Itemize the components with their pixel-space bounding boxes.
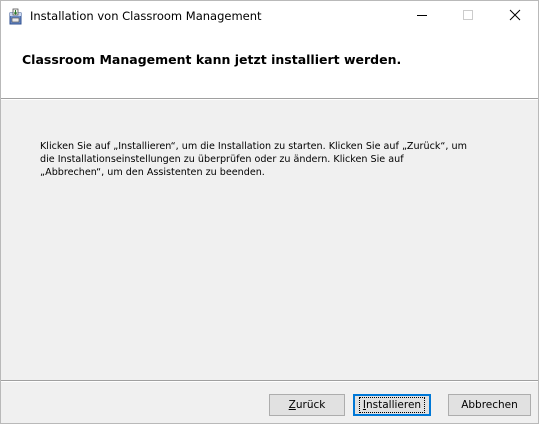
header-banner: Classroom Management kann jetzt installi… [1, 32, 538, 99]
maximize-icon [462, 9, 474, 24]
install-label: nstallieren [366, 399, 422, 411]
window-title: Installation von Classroom Management [30, 9, 262, 23]
footer-divider-highlight [1, 381, 538, 382]
maximize-button [445, 1, 491, 32]
cancel-button[interactable]: Abbrechen [448, 394, 531, 416]
minimize-button[interactable] [399, 1, 445, 32]
instruction-line: die Installationseinstellungen zu überpr… [40, 154, 404, 165]
instruction-line: „Abbrechen“, um den Assistenten zu beend… [40, 167, 265, 178]
close-button[interactable] [492, 1, 538, 32]
back-label: urück [295, 399, 326, 411]
close-icon [509, 9, 521, 24]
minimize-icon [416, 9, 428, 24]
installer-dialog: Installation von Classroom Management Cl… [0, 0, 539, 424]
instruction-text: Klicken Sie auf „Installieren“, um die I… [40, 140, 510, 179]
header-divider [1, 99, 538, 100]
instruction-line: Klicken Sie auf „Installieren“, um die I… [40, 141, 467, 152]
installer-package-icon [7, 8, 24, 25]
title-bar[interactable]: Installation von Classroom Management [1, 1, 538, 32]
back-button[interactable]: Zurück [269, 394, 345, 416]
install-button[interactable]: Installieren [353, 394, 431, 416]
back-mnemonic: Z [288, 399, 296, 411]
cancel-label: Abbrechen [461, 399, 518, 411]
page-title: Classroom Management kann jetzt installi… [22, 52, 402, 67]
